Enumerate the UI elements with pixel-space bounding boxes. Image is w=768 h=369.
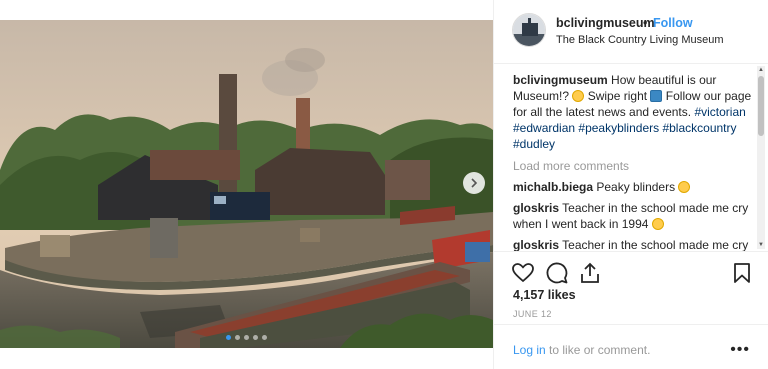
comments-list[interactable]: bclivingmuseum How beautiful is our Muse…: [494, 65, 758, 251]
museum-logo-icon: [513, 14, 545, 46]
load-more-comments-button[interactable]: Load more comments: [513, 158, 758, 174]
carousel-dot: [262, 335, 267, 340]
hashtag-link[interactable]: #victorian: [694, 105, 745, 119]
like-button[interactable]: [511, 261, 535, 285]
follow-button[interactable]: Follow: [653, 16, 693, 30]
carousel-next-button[interactable]: [463, 172, 485, 194]
hashtag-link[interactable]: #peakyblinders: [578, 121, 659, 135]
comments-scrollbar[interactable]: ▲ ▼: [757, 66, 765, 249]
scrollbar-thumb[interactable]: [758, 76, 764, 136]
save-button[interactable]: [730, 261, 754, 285]
caption-text: Swipe right: [587, 89, 648, 103]
bookmark-icon: [734, 263, 750, 283]
login-link[interactable]: Log in: [513, 343, 546, 357]
location-link[interactable]: The Black Country Living Museum: [556, 34, 724, 46]
comment-username[interactable]: gloskris: [513, 238, 559, 251]
hashtag-link[interactable]: #dudley: [513, 137, 555, 151]
right-arrow-emoji-icon: [650, 90, 663, 102]
hashtag-link[interactable]: #edwardian: [513, 121, 575, 135]
share-button[interactable]: [578, 261, 602, 285]
caption: bclivingmuseum How beautiful is our Muse…: [513, 72, 758, 152]
grinning-face-icon: [651, 218, 664, 230]
share-icon: [581, 262, 599, 283]
login-footer: Log in to like or comment. •••: [494, 324, 768, 369]
carousel-indicator: [0, 335, 493, 340]
heart-icon: [512, 263, 534, 283]
comment: gloskris Teacher in the school made me c…: [513, 237, 758, 251]
more-options-icon[interactable]: •••: [730, 341, 750, 359]
comment-username[interactable]: michalb.biega: [513, 180, 593, 194]
comment-button[interactable]: [545, 261, 569, 285]
comment-username[interactable]: gloskris: [513, 201, 559, 215]
hashtag-link[interactable]: #blackcountry: [662, 121, 736, 135]
heart-eyes-emoji-icon: [572, 90, 585, 102]
comment-icon: [546, 262, 568, 284]
carousel-dot: [226, 335, 231, 340]
carousel-dot: [253, 335, 258, 340]
caption-username[interactable]: bclivingmuseum: [513, 73, 608, 87]
smiling-face-icon: [678, 181, 691, 193]
instagram-post-modal: bclivingmuseum • Follow The Black Countr…: [0, 0, 768, 369]
login-prompt: Log in to like or comment.: [513, 343, 650, 357]
museum-canal-photo: [0, 20, 493, 348]
username-link[interactable]: bclivingmuseum: [556, 16, 655, 30]
carousel-dot: [244, 335, 249, 340]
comment: michalb.biega Peaky blinders: [513, 179, 758, 195]
post-header: bclivingmuseum • Follow The Black Countr…: [494, 0, 768, 64]
scroll-down-arrow-icon[interactable]: ▼: [757, 241, 765, 249]
carousel-dot: [235, 335, 240, 340]
separator-dot: •: [643, 16, 648, 30]
likes-count[interactable]: 4,157 likes: [513, 288, 576, 302]
chevron-right-icon: [471, 178, 478, 188]
action-bar: [494, 251, 768, 291]
login-prompt-text: to like or comment.: [545, 343, 651, 357]
comment-text: Peaky blinders: [596, 180, 676, 194]
avatar[interactable]: [512, 13, 546, 47]
post-photo[interactable]: [0, 20, 493, 348]
scroll-up-arrow-icon[interactable]: ▲: [757, 66, 765, 74]
post-side-panel: bclivingmuseum • Follow The Black Countr…: [493, 0, 768, 369]
comment: gloskris Teacher in the school made me c…: [513, 200, 758, 232]
post-date[interactable]: JUNE 12: [513, 309, 552, 319]
